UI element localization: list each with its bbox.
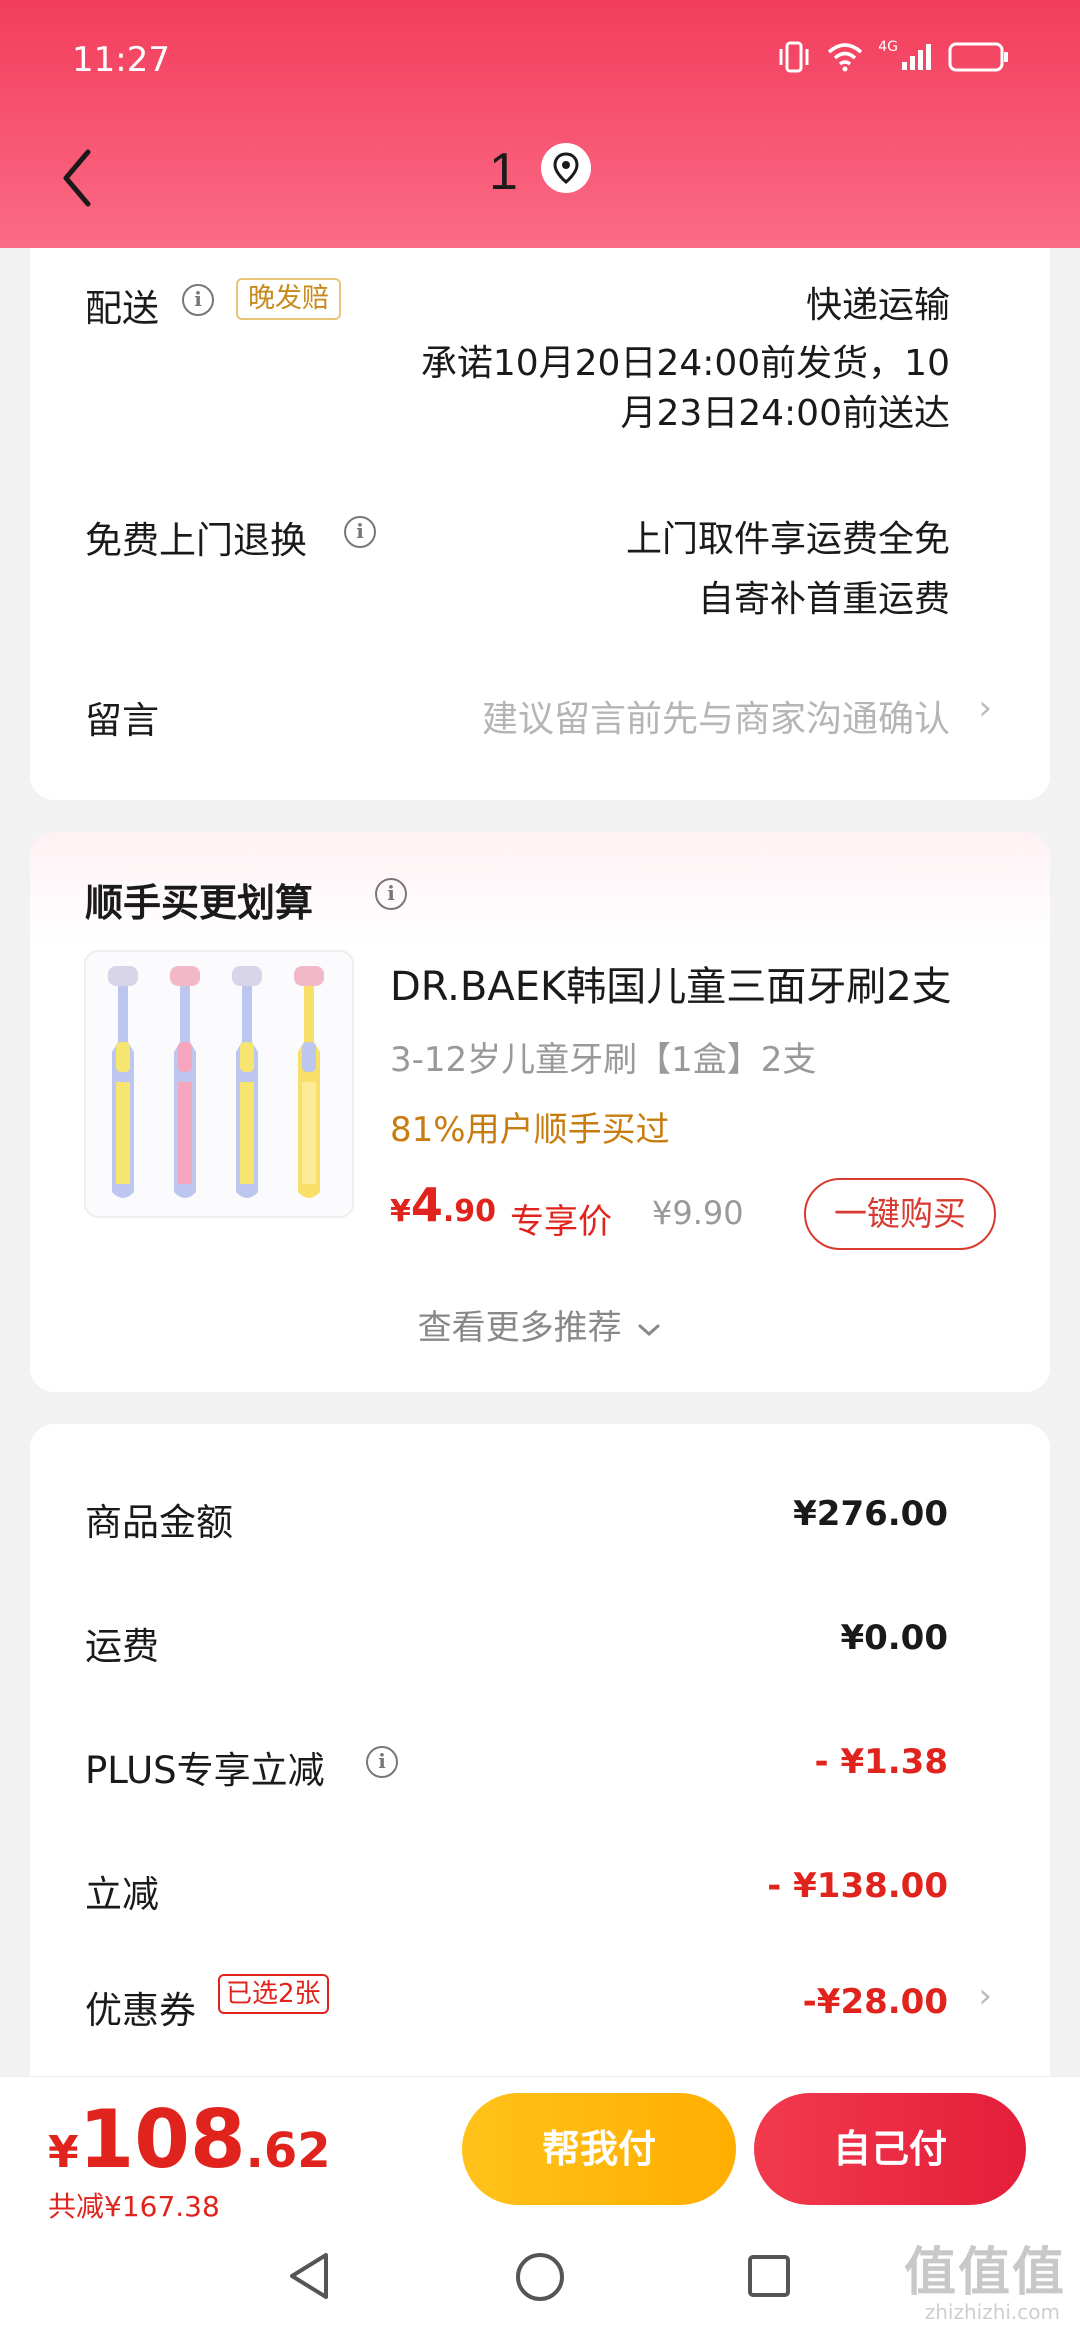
delivery-label: 配送 — [85, 287, 159, 330]
chevron-down-icon — [638, 1324, 660, 1336]
original-price: ¥9.90 — [652, 1194, 744, 1232]
product-image[interactable] — [84, 950, 354, 1218]
chevron-right-icon: › — [978, 688, 992, 728]
delivery-method[interactable]: 快递运输 — [806, 276, 950, 328]
watermark: 值值值 — [903, 2243, 1066, 2303]
nav-recent-apps-icon[interactable] — [746, 2253, 792, 2299]
app-header: 11:27 4G 1 — [0, 0, 1080, 248]
info-icon[interactable]: i — [375, 878, 407, 910]
product-spec: 3-12岁儿童牙刷【1盒】2支 — [390, 1040, 817, 1080]
product-social-proof: 81%用户顺手买过 — [390, 1110, 670, 1150]
watermark-url: zhizhizhi.com — [924, 2300, 1060, 2324]
info-icon[interactable]: i — [344, 516, 376, 548]
total-price: ¥108.62 — [48, 2093, 331, 2186]
vibrate-icon — [779, 41, 809, 73]
more-recommendations-link[interactable]: 查看更多推荐 — [30, 1300, 1050, 1349]
note-input[interactable]: 建议留言前先与商家沟通确认 — [482, 690, 950, 742]
toothbrush-image — [108, 966, 324, 1198]
network-type: 4G — [878, 39, 898, 55]
nav-back-icon[interactable] — [284, 2249, 334, 2303]
signal-icon — [902, 44, 931, 70]
pay-myself-button[interactable]: 自己付 — [754, 2093, 1026, 2205]
battery-icon — [948, 42, 1008, 72]
goods-amount-label: 商品金额 — [85, 1501, 233, 1544]
one-click-buy-button[interactable]: 一键购买 — [804, 1178, 996, 1250]
goods-amount-value: ¥276.00 — [793, 1494, 948, 1534]
coupon-label: 优惠券 — [85, 1989, 196, 2032]
returns-line1: 上门取件享运费全免 — [625, 519, 950, 560]
chevron-right-icon[interactable]: › — [978, 1976, 992, 2016]
coupon-selected-tag: 已选2张 — [218, 1974, 329, 2014]
info-icon[interactable]: i — [182, 284, 214, 316]
nav-home-icon[interactable] — [514, 2251, 566, 2303]
coupon-value[interactable]: -¥28.00 — [803, 1982, 948, 2022]
total-saved: 共减¥167.38 — [48, 2190, 220, 2223]
shipping-value: ¥0.00 — [840, 1618, 948, 1658]
delivery-card: 配送 i 晚发赔 快递运输 承诺10月20日24:00前发货，10 月23日24… — [30, 248, 1050, 800]
wifi-icon — [828, 43, 863, 72]
instant-discount-value: - ¥138.00 — [767, 1866, 948, 1906]
location-pin-icon[interactable] — [541, 143, 591, 193]
recommend-card: 顺手买更划算 i DR.BAEK韩国儿童三面牙刷2支 3-12岁儿童牙刷【1盒】… — [30, 832, 1050, 1392]
plus-discount-label: PLUS专享立减 — [85, 1749, 325, 1792]
note-label: 留言 — [85, 699, 159, 742]
help-me-pay-button[interactable]: 帮我付 — [462, 2093, 736, 2205]
recommend-title: 顺手买更划算 — [85, 881, 314, 925]
product-price: ¥4.90 — [390, 1178, 497, 1232]
plus-discount-value: - ¥1.38 — [814, 1742, 949, 1782]
exclusive-price-label: 专享价 — [510, 1202, 612, 1242]
instant-discount-label: 立减 — [85, 1873, 159, 1916]
returns-label: 免费上门退换 — [85, 519, 307, 562]
delivery-promise-line1: 承诺10月20日24:00前发货，10 — [420, 343, 950, 384]
page-title: 1 — [488, 143, 518, 201]
more-recommendations-label: 查看更多推荐 — [417, 1308, 622, 1348]
status-icons: 4G — [776, 39, 1010, 74]
title-area[interactable]: 1 — [0, 142, 1080, 202]
product-title[interactable]: DR.BAEK韩国儿童三面牙刷2支 — [390, 954, 952, 1012]
status-time: 11:27 — [72, 40, 170, 80]
shipping-label: 运费 — [85, 1625, 159, 1668]
amount-summary-card: 商品金额 ¥276.00 运费 ¥0.00 PLUS专享立减 i - ¥1.38… — [30, 1424, 1050, 2124]
delivery-promise-line2: 月23日24:00前送达 — [620, 393, 950, 434]
late-compensation-tag: 晚发赔 — [236, 278, 341, 320]
returns-line2: 自寄补首重运费 — [697, 579, 950, 620]
info-icon[interactable]: i — [366, 1746, 398, 1778]
